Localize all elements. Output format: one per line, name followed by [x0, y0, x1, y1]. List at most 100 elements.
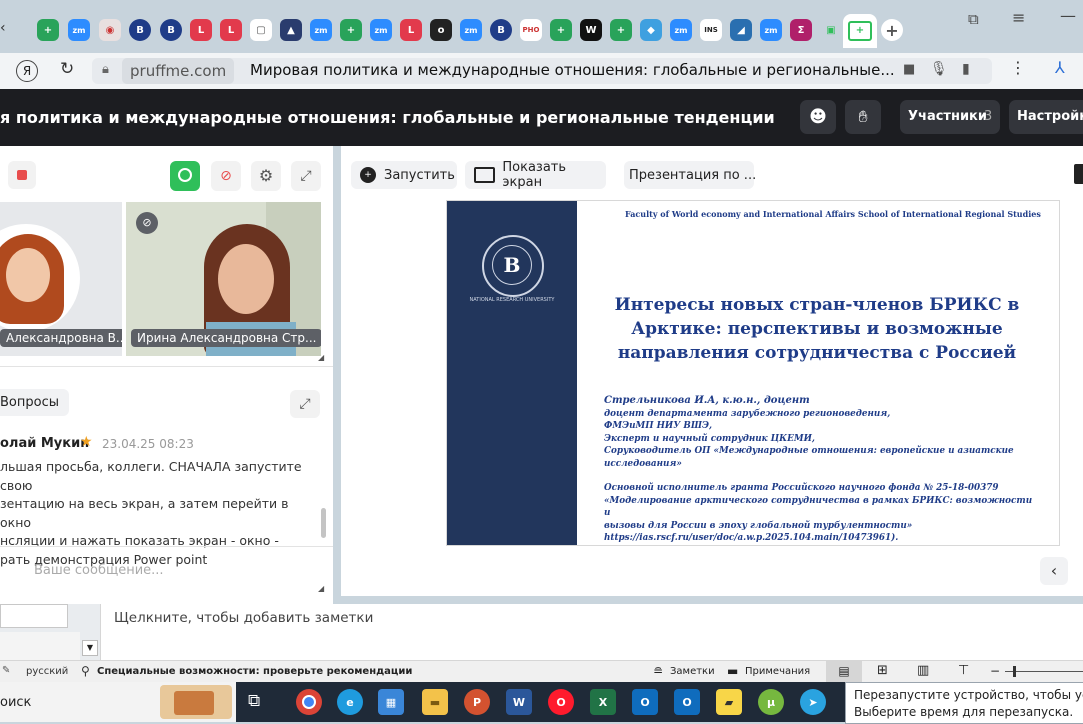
- accessibility-label[interactable]: Специальные возможности: проверьте реком…: [97, 666, 412, 677]
- reload-icon[interactable]: ↻: [60, 59, 74, 79]
- chat-scrollbar[interactable]: [321, 508, 326, 538]
- tab-favicon-hse[interactable]: В: [160, 19, 182, 41]
- camera-icon[interactable]: ■: [903, 62, 915, 77]
- tab-favicon-zoom[interactable]: zm: [68, 19, 90, 41]
- zoom-thumb[interactable]: [1013, 666, 1016, 677]
- slide-author-line: доцент департамента зарубежного регионов…: [604, 408, 891, 419]
- browser-more-icon[interactable]: ⋮: [1010, 58, 1026, 77]
- gear-icon[interactable]: ⚙: [251, 161, 281, 191]
- tab-favicon-zoom[interactable]: zm: [370, 19, 392, 41]
- tab-favicon-dark[interactable]: o: [430, 19, 452, 41]
- edge-icon[interactable]: e: [337, 689, 363, 715]
- tab-favicon-zoom[interactable]: zm: [310, 19, 332, 41]
- excel-icon[interactable]: X: [590, 689, 616, 715]
- bookmarks-icon[interactable]: ⧉: [968, 10, 979, 28]
- slide-thumbnail[interactable]: [0, 604, 68, 628]
- outlook-icon[interactable]: O: [632, 689, 658, 715]
- slide-title: Интересы новых стран-членов БРИКС в Аркт…: [587, 293, 1047, 365]
- torrent-icon[interactable]: µ: [758, 689, 784, 715]
- comments-button[interactable]: Примечания: [745, 666, 810, 677]
- tab-favicon-sigma[interactable]: Σ: [790, 19, 812, 41]
- tab-favicon-zoom[interactable]: zm: [460, 19, 482, 41]
- zoom-out-icon[interactable]: −: [990, 664, 1000, 678]
- tab-favicon-mail[interactable]: ◢: [730, 19, 752, 41]
- panel-side-icon[interactable]: [1074, 164, 1083, 184]
- tab-favicon-lips[interactable]: ◉: [99, 19, 121, 41]
- task-view-icon[interactable]: ⧉: [248, 691, 260, 711]
- message-input[interactable]: Ваше сообщение...: [34, 563, 164, 578]
- reading-view-icon[interactable]: ▥: [917, 663, 929, 678]
- extension-icon[interactable]: ⅄: [1055, 58, 1065, 77]
- search-label[interactable]: оиск: [0, 695, 31, 710]
- accessibility-icon: ⚲: [81, 664, 90, 678]
- menu-icon[interactable]: ≡: [1012, 8, 1025, 27]
- zoom-slider[interactable]: [1005, 671, 1083, 672]
- emoji-button[interactable]: ☻: [800, 100, 836, 134]
- prev-slide-button[interactable]: ‹: [1040, 557, 1068, 585]
- chrome-icon[interactable]: [296, 689, 322, 715]
- slideshow-view-icon[interactable]: ⊤: [958, 663, 969, 678]
- mic-muted-button[interactable]: ⊘: [211, 161, 241, 191]
- expand-icon[interactable]: ⤢: [290, 390, 320, 418]
- notes-placeholder[interactable]: Щелкните, чтобы добавить заметки: [114, 610, 373, 626]
- telegram-icon[interactable]: ➤: [800, 689, 826, 715]
- normal-view-icon[interactable]: ▤: [826, 661, 862, 682]
- yandex-logo-icon[interactable]: Я: [16, 60, 38, 82]
- tab-questions[interactable]: Вопросы: [0, 389, 69, 416]
- microphone-icon[interactable]: 🎙︎: [930, 61, 948, 77]
- tab-favicon-w[interactable]: W: [580, 19, 602, 41]
- tab-favicon-ins[interactable]: INS: [700, 19, 722, 41]
- camera-on-button[interactable]: [170, 161, 200, 191]
- tab-favicon-plus[interactable]: +: [610, 19, 632, 41]
- expand-icon[interactable]: ⤢: [291, 161, 321, 191]
- store-icon[interactable]: ▦: [378, 689, 404, 715]
- resize-handle-icon[interactable]: ◢: [318, 353, 324, 362]
- presentation-select[interactable]: Презентация по ...: [624, 161, 756, 189]
- share-screen-button[interactable]: Показать экран: [465, 160, 606, 190]
- tab-favicon-doc[interactable]: ▢: [250, 19, 272, 41]
- tab-favicon-pho[interactable]: PHO: [520, 19, 542, 41]
- new-tab-plus-icon[interactable]: +: [881, 19, 903, 41]
- tab-favicon-zoom[interactable]: zm: [760, 19, 782, 41]
- record-stop-button[interactable]: [8, 161, 36, 189]
- lock-icon: 🔒︎: [102, 62, 109, 77]
- tab-favicon-plus[interactable]: +: [340, 19, 362, 41]
- video-tile[interactable]: Александровна В...: [0, 202, 122, 356]
- word-icon[interactable]: W: [506, 689, 532, 715]
- tab-favicon-red[interactable]: L: [400, 19, 422, 41]
- settings-label: Настройки: [1017, 109, 1083, 124]
- notes-button[interactable]: Заметки: [670, 666, 715, 677]
- powerpoint-icon[interactable]: P: [464, 689, 490, 715]
- bookmark-icon[interactable]: ▮: [962, 61, 970, 77]
- tab-favicon-bird[interactable]: ◆: [640, 19, 662, 41]
- opera-icon[interactable]: O: [548, 689, 574, 715]
- video-tile[interactable]: ⊘ Ирина Александровна Стр...: [126, 202, 321, 356]
- minimize-icon[interactable]: —: [1060, 6, 1076, 25]
- slide-author-line: исследования»: [604, 458, 682, 469]
- tab-favicon-plus[interactable]: +: [550, 19, 572, 41]
- spellcheck-icon[interactable]: ✎: [2, 665, 10, 676]
- scroll-down-button[interactable]: ▼: [82, 640, 98, 656]
- resize-handle-icon[interactable]: ◢: [318, 584, 324, 593]
- tab-favicon-red[interactable]: L: [220, 19, 242, 41]
- divider: [0, 366, 333, 367]
- language-label[interactable]: русский: [26, 666, 68, 677]
- omnibox[interactable]: 🔒︎ pruffme.com Мировая политика и междун…: [92, 58, 992, 84]
- tab-scroll-left-icon[interactable]: ‹: [0, 20, 6, 36]
- url-chip[interactable]: pruffme.com: [122, 58, 235, 84]
- tab-favicon-case[interactable]: ▣: [820, 19, 842, 41]
- tab-favicon-hse[interactable]: В: [129, 19, 151, 41]
- notification-toast[interactable]: Перезапустите устройство, чтобы установ …: [845, 682, 1083, 724]
- start-button[interactable]: + Запустить: [351, 161, 457, 189]
- tab-favicon-zoom[interactable]: zm: [670, 19, 692, 41]
- tab-active-case[interactable]: +: [843, 14, 877, 48]
- tab-favicon-hse[interactable]: В: [490, 19, 512, 41]
- outlook-icon[interactable]: O: [674, 689, 700, 715]
- tab-favicon-ship[interactable]: ▲: [280, 19, 302, 41]
- notes-app-icon[interactable]: ▰: [716, 689, 742, 715]
- raise-hand-button[interactable]: ✋︎: [845, 100, 881, 134]
- sorter-view-icon[interactable]: ⊞: [877, 663, 888, 678]
- folder-icon[interactable]: ▬: [422, 689, 448, 715]
- tab-favicon-red[interactable]: L: [190, 19, 212, 41]
- tab-favicon-plus[interactable]: +: [37, 19, 59, 41]
